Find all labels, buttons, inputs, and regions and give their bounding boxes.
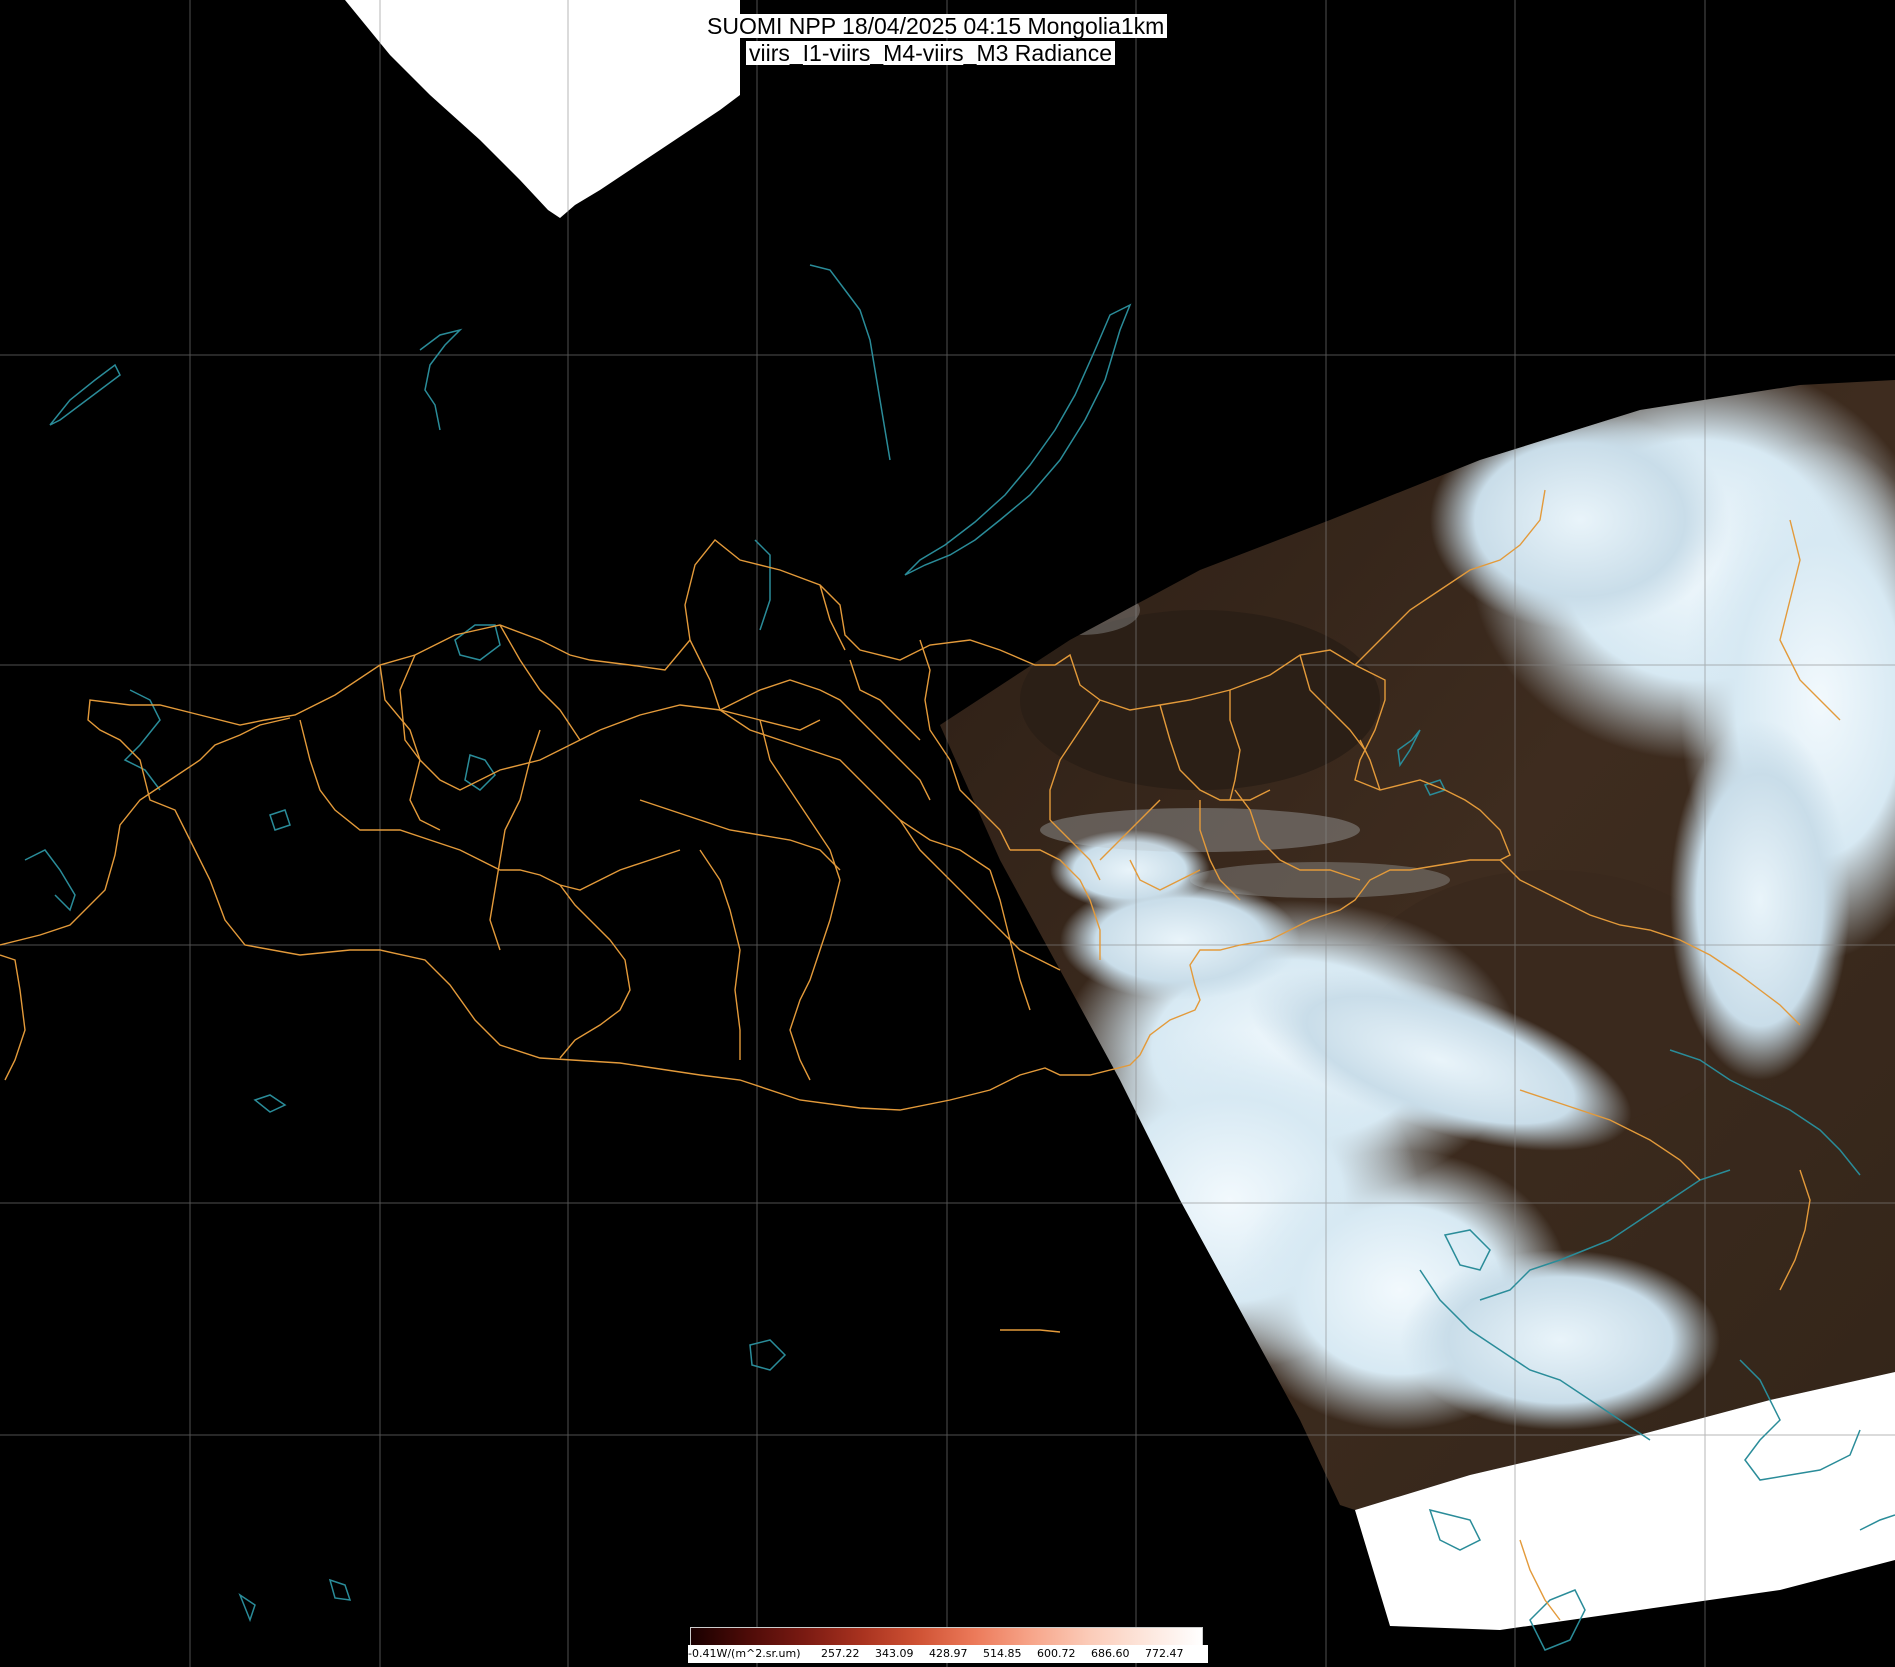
colorbar-label: 772.47	[1145, 1647, 1184, 1660]
colorbar-labels: -0.41W/(m^2.sr.um) 257.22 343.09 428.97 …	[688, 1645, 1208, 1663]
colorbar-label: 257.22	[821, 1647, 860, 1660]
map-subtitle: viirs_I1-viirs_M4-viirs_M3 Radiance	[746, 41, 1115, 65]
colorbar-label: 428.97	[929, 1647, 968, 1660]
colorbar-label: 600.72	[1037, 1647, 1076, 1660]
colorbar-label: 514.85	[983, 1647, 1022, 1660]
colorbar	[690, 1627, 1203, 1647]
map-title: SUOMI NPP 18/04/2025 04:15 Mongolia1km	[704, 14, 1168, 38]
colorbar-label: -0.41W/(m^2.sr.um)	[688, 1647, 801, 1660]
colorbar-label: 686.60	[1091, 1647, 1130, 1660]
colorbar-label: 343.09	[875, 1647, 914, 1660]
satellite-map	[0, 0, 1895, 1667]
